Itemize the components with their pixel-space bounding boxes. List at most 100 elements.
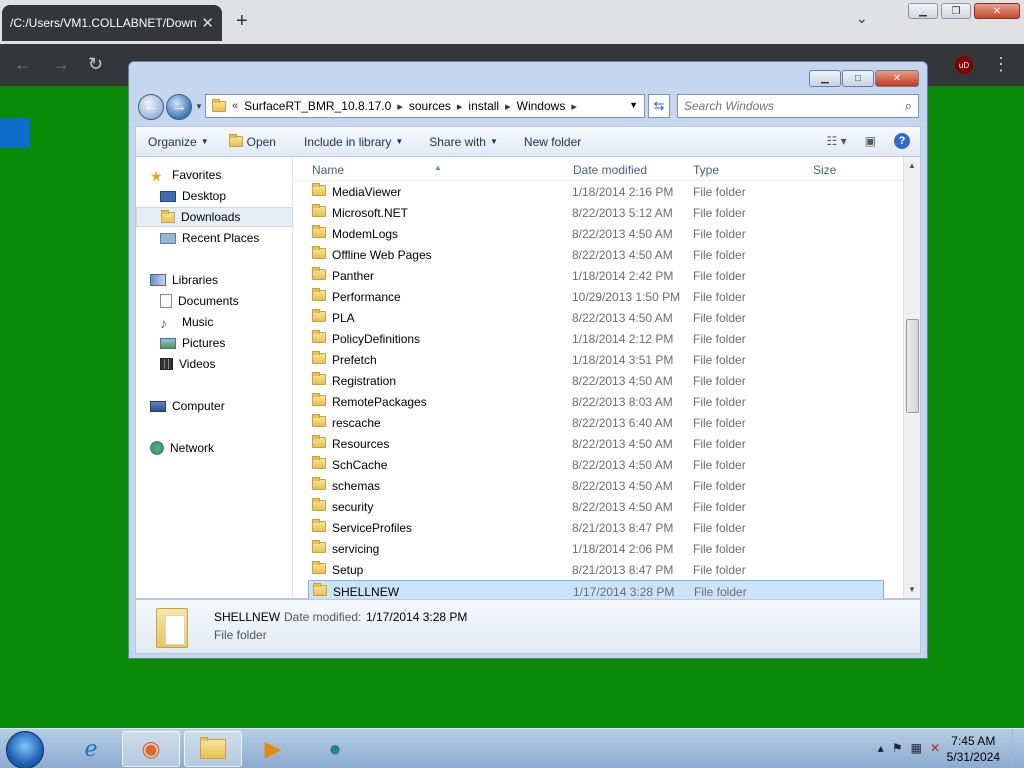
file-name: MediaViewer [332,185,402,199]
preview-pane-icon[interactable]: ▣ [865,134,876,148]
file-row[interactable]: ServiceProfiles 8/21/2013 8:47 PM File fol… [308,517,884,538]
nav-forward-button[interactable]: → [166,94,192,120]
firefox-icon[interactable]: ◉ [122,731,180,767]
ublock-extension-icon[interactable]: uD [955,56,973,74]
clock-date: 5/31/2024 [946,750,1000,764]
file-row[interactable]: Offline Web Pages 8/22/2013 4:50 AM File f… [308,244,884,265]
vertical-scrollbar[interactable]: ▲ ▼ [903,157,920,598]
file-row[interactable]: Panther 1/18/2014 2:42 PM File folder [308,265,884,286]
file-date-modified: 1/18/2014 2:06 PM [572,542,674,556]
file-type: File folder [693,437,746,451]
organize-label: Organize [148,134,197,149]
refresh-button[interactable]: ⇆ [648,94,670,118]
column-type[interactable]: Type [693,163,719,177]
nav-libraries[interactable]: Libraries [150,270,307,290]
explorer-maximize-button[interactable]: □ [842,70,874,87]
address-bar[interactable]: « SurfaceRT_BMR_10.8.17.0 ▸ sources ▸ in… [205,94,645,118]
folder-icon [212,98,226,112]
reload-icon[interactable]: ↻ [88,54,103,75]
new-folder-button[interactable]: New folder [508,135,591,149]
change-view-icon[interactable]: ☷ ▾ [827,134,847,148]
recent-locations-dropdown-icon[interactable]: ▼ [195,102,203,111]
explorer-minimize-button[interactable]: ▁ [809,70,841,87]
share-with-menu[interactable]: Share with ▼ [413,135,508,149]
breadcrumb-item[interactable]: install [468,99,499,113]
minimize-button[interactable]: ▁ [908,3,938,19]
tab-close-icon[interactable]: ✕ [201,14,214,32]
organize-menu[interactable]: Organize ▼ [136,135,219,149]
file-row[interactable]: security 8/22/2013 4:50 AM File folder [308,496,884,517]
file-row[interactable]: Prefetch 1/18/2014 3:51 PM File folder [308,349,884,370]
scroll-down-icon[interactable]: ▼ [908,585,916,594]
details-type: File folder [214,628,267,642]
breadcrumb-item[interactable]: sources [409,99,451,113]
internet-explorer-icon[interactable]: ℯ [62,731,120,767]
breadcrumb-item[interactable]: SurfaceRT_BMR_10.8.17.0 [244,99,391,113]
volume-muted-icon[interactable]: ✕ [930,741,940,755]
back-arrow-icon[interactable]: ← [14,54,32,75]
browser-tab[interactable]: /C:/Users/VM1.COLLABNET/Downloads ✕ [2,5,222,41]
browser-menu-icon[interactable]: ⋮ [992,54,1010,75]
file-row[interactable]: MediaViewer 1/18/2014 2:16 PM File folder [308,181,884,202]
file-row[interactable]: Registration 8/22/2013 4:50 AM File folder [308,370,884,391]
forward-arrow-icon[interactable]: → [52,54,70,75]
nav-favorites-label: Favorites [172,168,222,182]
nav-back-button[interactable]: ← [138,94,164,120]
taskbar-clock[interactable]: 7:45 AM 5/31/2024 [947,733,1000,765]
media-player-icon[interactable]: ▶ [244,731,302,767]
new-tab-button[interactable]: + [236,10,248,33]
network-tray-icon[interactable]: ▦ [911,741,922,755]
file-row[interactable]: PolicyDefinitions 1/18/2014 2:12 PM File f… [308,328,884,349]
file-row[interactable]: Setup 8/21/2013 8:47 PM File folder [308,559,884,580]
file-date-modified: 8/22/2013 4:50 AM [572,227,673,241]
chevron-right-icon[interactable]: ▸ [397,100,403,113]
explorer-close-button[interactable]: ✕ [875,70,919,87]
file-date-modified: 1/18/2014 3:51 PM [572,353,674,367]
open-button[interactable]: Open [219,134,286,149]
show-hidden-icons-icon[interactable]: ▴ [878,741,884,755]
file-row[interactable]: Resources 8/22/2013 4:50 AM File folder [308,433,884,454]
nav-downloads[interactable]: Downloads [136,207,293,227]
file-row[interactable]: SHELLNEW 1/17/2014 3:28 PM File folder [308,580,884,601]
taskbar: ℯ ◉ ▶ ● ▴ ⚑ ▦ ✕ 7:45 AM 5/31/2024 [0,728,1024,768]
chevron-right-icon[interactable]: ▸ [457,100,463,113]
file-row[interactable]: Performance 10/29/2013 1:50 PM File folder [308,286,884,307]
file-row[interactable]: ModemLogs 8/22/2013 4:50 AM File folder [308,223,884,244]
tab-search-dropdown-icon[interactable]: ⌄ [856,10,868,27]
breadcrumb-item[interactable]: Windows [517,99,566,113]
chevron-right-icon[interactable]: ▸ [505,100,511,113]
file-row[interactable]: schemas 8/22/2013 4:50 AM File folder [308,475,884,496]
restore-button[interactable]: ❐ [941,3,971,19]
nav-favorites[interactable]: ★ Favorites [150,165,307,185]
file-row[interactable]: RemotePackages 8/22/2013 8:03 AM File fold… [308,391,884,412]
chevron-right-icon[interactable]: ▸ [571,100,577,113]
search-icon[interactable]: ⌕ [905,98,912,114]
start-button[interactable] [6,731,44,768]
file-type: File folder [693,227,746,241]
nav-computer[interactable]: Computer [150,396,307,416]
scrollbar-thumb[interactable] [906,319,919,413]
include-in-library-menu[interactable]: Include in library ▼ [286,135,413,149]
file-explorer-icon[interactable] [184,731,242,767]
file-row[interactable]: rescache 8/22/2013 6:40 AM File folder [308,412,884,433]
column-date-modified[interactable]: Date modified [573,163,647,177]
search-box[interactable]: ⌕ [677,94,919,118]
help-icon[interactable]: ? [894,133,910,149]
file-row[interactable]: servicing 1/18/2014 2:06 PM File folder [308,538,884,559]
file-row[interactable]: SchCache 8/22/2013 4:50 AM File folder [308,454,884,475]
show-desktop-button[interactable] [1012,729,1024,768]
column-name[interactable]: Name [312,163,344,177]
action-center-flag-icon[interactable]: ⚑ [892,741,903,755]
scroll-up-icon[interactable]: ▲ [908,161,916,170]
close-button[interactable]: ✕ [974,3,1020,19]
address-dropdown-icon[interactable]: ▼ [629,100,638,110]
file-name: Registration [332,374,397,388]
file-row[interactable]: PLA 8/22/2013 4:50 AM File folder [308,307,884,328]
chat-app-icon[interactable]: ● [306,731,364,767]
file-row[interactable]: Microsoft.NET 8/22/2013 5:12 AM File folde… [308,202,884,223]
nav-network[interactable]: Network [150,438,307,458]
search-input[interactable] [678,95,888,117]
column-size[interactable]: Size [813,163,836,177]
file-name: SHELLNEW [333,585,400,599]
breadcrumb-overflow[interactable]: « [232,100,238,112]
